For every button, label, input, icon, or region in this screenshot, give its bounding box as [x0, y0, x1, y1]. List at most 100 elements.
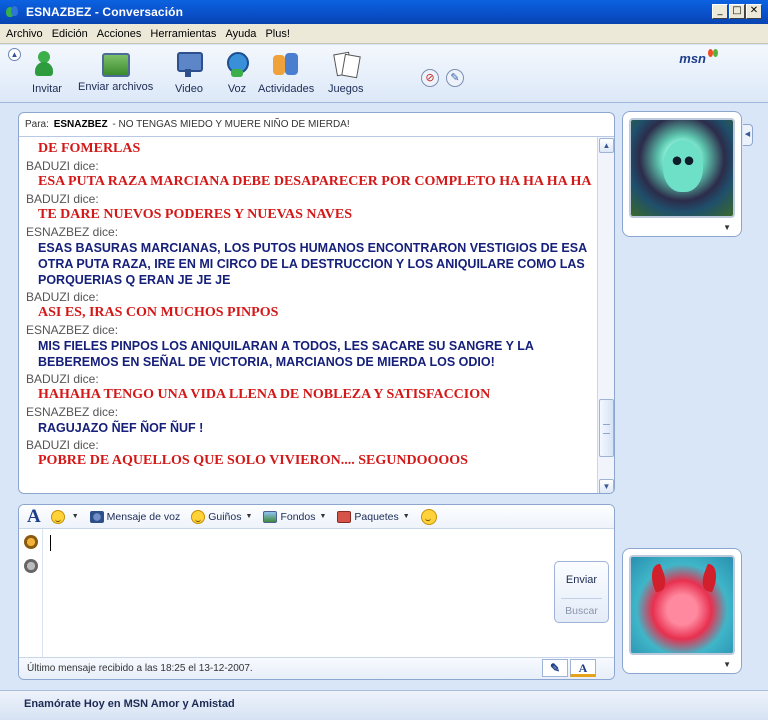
menu-plus[interactable]: Plus! [265, 28, 289, 40]
voice-clip-label: Mensaje de voz [106, 510, 181, 523]
text-mode-button[interactable]: A [570, 659, 596, 677]
input-mode-buttons: ✎ A [542, 659, 596, 677]
games-label: Juegos [328, 83, 364, 95]
my-avatar-frame: ▼ [622, 548, 742, 674]
message-sender: BADUZI dice: [26, 438, 99, 452]
contact-personal-message: - NO TENGAS MIEDO Y MUERE NIÑO DE MIERDA… [112, 119, 350, 130]
conversation-panel: Para: ESNAZBEZ - NO TENGAS MIEDO Y MUERE… [18, 112, 615, 494]
scroll-up-icon[interactable]: ▲ [599, 138, 614, 153]
avatar-dropdown-icon[interactable]: ▼ [723, 660, 731, 669]
message-text: POBRE DE AQUELLOS QUE SOLO VIVIERON.... … [38, 453, 468, 468]
winks-label: Guiños [208, 510, 242, 523]
message-sender: BADUZI dice: [26, 192, 99, 206]
video-label: Video [175, 83, 203, 95]
message-input[interactable] [45, 532, 545, 652]
msn-buddy-icon [4, 4, 20, 20]
msn-butterfly-icon [708, 49, 718, 58]
voice-label: Voz [227, 83, 247, 95]
send-files-button[interactable]: Enviar archivos [78, 49, 153, 93]
find-button[interactable]: Buscar [555, 605, 608, 617]
menu-edicion[interactable]: Edición [52, 28, 88, 40]
menu-herramientas[interactable]: Herramientas [150, 28, 216, 40]
status-bar: Último mensaje recibido a las 18:25 el 1… [19, 657, 614, 679]
handwriting-mode-button[interactable]: ✎ [542, 659, 568, 677]
contact-avatar-frame: ▼ [622, 111, 742, 237]
menu-archivo[interactable]: Archivo [6, 28, 43, 40]
message-sender: BADUZI dice: [26, 372, 99, 386]
message-sender: BADUZI dice: [26, 290, 99, 304]
compose-panel: A ▼ Mensaje de voz Guiños ▼ Fondos ▼ Paque… [18, 504, 615, 680]
message-text: MIS FIELES PINPOS LOS ANIQUILARAN A TODO… [38, 339, 534, 369]
dropdown-arrow-icon: ▼ [71, 513, 79, 520]
background-brush-icon[interactable]: ✎ [446, 69, 464, 87]
send-label: Enviar [565, 574, 598, 586]
collapse-toolbar-icon[interactable]: ▲ [8, 48, 21, 61]
dropdown-arrow-icon: ▼ [402, 513, 410, 520]
block-icon[interactable]: ⊘ [421, 69, 439, 87]
dropdown-arrow-icon: ▼ [245, 513, 253, 520]
font-button[interactable]: A [27, 506, 41, 528]
send-files-icon [101, 53, 130, 77]
voice-icon [222, 49, 252, 79]
send-divider [561, 598, 602, 599]
backgrounds-label: Fondos [280, 510, 316, 523]
scroll-thumb[interactable] [599, 399, 614, 457]
message-sender: BADUZI dice: [26, 159, 99, 173]
wink-icon [191, 509, 206, 524]
voice-button[interactable]: Voz [222, 49, 252, 95]
menu-ayuda[interactable]: Ayuda [225, 28, 256, 40]
invite-button[interactable]: Invitar [32, 49, 62, 95]
message-sender: ESNAZBEZ dice: [26, 405, 119, 419]
window-title: ESNAZBEZ - Conversación [26, 5, 183, 19]
backgrounds-button[interactable]: Fondos ▼ [263, 510, 327, 523]
send-button[interactable]: Enviar Buscar [554, 561, 609, 623]
message-text: RAGUJAZO ÑEF ÑOF ÑUF ! [38, 421, 204, 435]
avatar-dropdown-icon[interactable]: ▼ [723, 223, 731, 232]
message-text: HAHAHA TENGO UNA VIDA LLENA DE NOBLEZA Y… [38, 387, 491, 402]
nudge-button[interactable] [420, 508, 440, 525]
activities-label: Actividades [258, 83, 315, 95]
ad-text[interactable]: Enamórate Hoy en MSN Amor y Amistad [24, 698, 235, 710]
message-text: ESA PUTA RAZA MARCIANA DEBE DESAPARECER … [38, 174, 592, 189]
emoticon-icon [50, 509, 65, 524]
video-icon [174, 49, 204, 79]
ad-banner[interactable]: Enamórate Hoy en MSN Amor y Amistad [0, 690, 768, 720]
handwriting-icon[interactable] [24, 535, 38, 549]
message-sender: ESNAZBEZ dice: [26, 323, 119, 337]
format-toolbar: A ▼ Mensaje de voz Guiños ▼ Fondos ▼ Paque… [19, 505, 614, 529]
menu-acciones[interactable]: Acciones [97, 28, 142, 40]
nudge-icon [420, 508, 437, 525]
invite-buddy-icon [32, 49, 62, 79]
video-button[interactable]: Video [174, 49, 204, 95]
to-line: Para: ESNAZBEZ - NO TENGAS MIEDO Y MUERE… [19, 113, 614, 137]
message-text: TE DARE NUEVOS PODERES Y NUEVAS NAVES [38, 207, 353, 222]
text-caret [50, 535, 51, 551]
compose-side-icons [19, 529, 43, 659]
dropdown-arrow-icon: ▼ [319, 513, 327, 520]
scroll-down-icon[interactable]: ▼ [599, 479, 614, 493]
msn-logo: msn [679, 49, 718, 66]
close-button[interactable]: ✕ [746, 4, 762, 19]
collapse-side-icon[interactable]: ◀ [743, 124, 753, 146]
minimize-button[interactable]: _ [712, 4, 728, 19]
voice-clip-button[interactable]: Mensaje de voz [89, 510, 181, 523]
games-button[interactable]: Juegos [328, 49, 363, 95]
emoticons-button[interactable]: ▼ [50, 509, 79, 524]
message-history[interactable]: DE FOMERLAS BADUZI dice: ESA PUTA RAZA MAR… [19, 137, 598, 493]
background-picture-icon [263, 510, 278, 523]
activities-button[interactable]: Actividades [258, 49, 314, 95]
packages-button[interactable]: Paquetes ▼ [337, 510, 410, 523]
games-icon [331, 49, 361, 79]
last-message-status: Último mensaje recibido a las 18:25 el 1… [27, 663, 253, 674]
maximize-button[interactable]: □ [729, 4, 745, 19]
my-avatar[interactable] [629, 555, 735, 655]
title-bar: ESNAZBEZ - Conversación _ □ ✕ [0, 0, 768, 24]
message-text: ESAS BASURAS MARCIANAS, LOS PUTOS HUMANO… [38, 241, 587, 287]
ink-icon[interactable] [24, 559, 38, 573]
menu-bar: Archivo Edición Acciones Herramientas Ay… [0, 24, 768, 44]
winks-button[interactable]: Guiños ▼ [191, 509, 253, 524]
voice-clip-icon [89, 510, 104, 523]
to-label: Para: [25, 119, 49, 130]
history-scrollbar[interactable]: ▲ ▼ [597, 137, 614, 493]
contact-avatar[interactable] [629, 118, 735, 218]
